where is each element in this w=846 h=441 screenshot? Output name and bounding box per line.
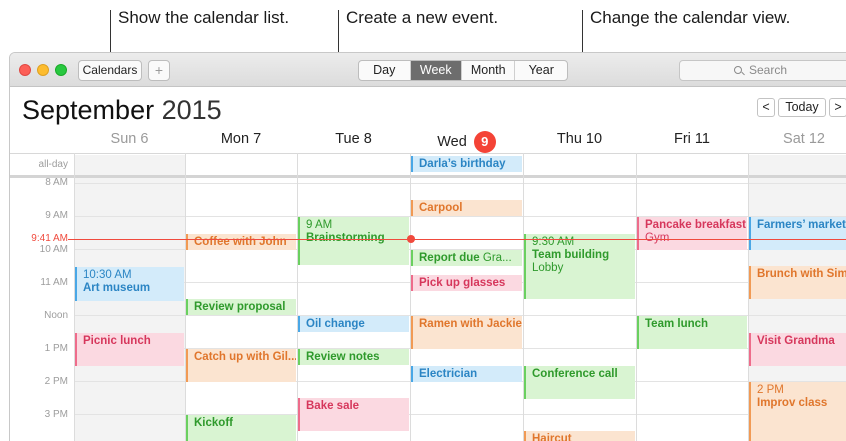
hour-label-11am: 11 AM bbox=[40, 277, 68, 288]
event-art-museum[interactable]: 10:30 AM Art museum bbox=[75, 267, 184, 301]
callout-new-event: Create a new event. bbox=[346, 8, 499, 27]
day-header-fri[interactable]: Fri 11 bbox=[636, 131, 748, 153]
event-coffee-with-john[interactable]: Coffee with John bbox=[186, 234, 296, 250]
event-team-building[interactable]: 9:30 AM Team building Lobby bbox=[524, 234, 635, 299]
event-catch-up[interactable]: Catch up with Gil... bbox=[186, 349, 296, 382]
event-review-notes[interactable]: Review notes bbox=[298, 349, 409, 365]
event-picnic-lunch[interactable]: Picnic lunch bbox=[75, 333, 184, 366]
event-team-building-time: 9:30 AM bbox=[532, 236, 575, 248]
event-improv-class-time: 2 PM bbox=[757, 384, 784, 396]
close-window-button[interactable] bbox=[19, 64, 31, 76]
minimize-window-button[interactable] bbox=[37, 64, 49, 76]
event-team-building-location: Lobby bbox=[532, 262, 564, 274]
event-pancake-breakfast-title: Pancake breakfast bbox=[645, 219, 747, 231]
event-pick-up-glasses[interactable]: Pick up glasses bbox=[411, 275, 522, 291]
current-time-line bbox=[68, 239, 846, 240]
event-visit-grandma[interactable]: Visit Grandma bbox=[749, 333, 846, 366]
event-team-lunch[interactable]: Team lunch bbox=[637, 316, 747, 349]
event-kickoff[interactable]: Kickoff bbox=[186, 415, 296, 441]
event-improv-class[interactable]: 2 PM Improv class bbox=[749, 382, 846, 441]
hour-label-noon: Noon bbox=[44, 310, 68, 321]
event-brunch[interactable]: Brunch with Sim... bbox=[749, 266, 846, 299]
month-title: September 2015 bbox=[22, 95, 222, 126]
day-header-tue[interactable]: Tue 8 bbox=[297, 131, 410, 153]
add-event-button[interactable]: + bbox=[148, 60, 170, 81]
next-week-button[interactable]: > bbox=[829, 98, 846, 117]
event-report-due-location: Gra... bbox=[482, 252, 512, 264]
grid-line bbox=[10, 153, 846, 154]
day-header-wed[interactable]: Wed 9 bbox=[410, 131, 523, 153]
year-label: 2015 bbox=[161, 95, 222, 125]
month-name: September bbox=[22, 95, 155, 125]
hour-label-10am: 10 AM bbox=[39, 244, 68, 255]
day-header-sat[interactable]: Sat 12 bbox=[748, 131, 846, 153]
view-day-button[interactable]: Day bbox=[359, 61, 411, 80]
current-time-dot bbox=[407, 235, 415, 243]
event-report-due-title: Report due bbox=[419, 252, 480, 264]
allday-separator bbox=[10, 175, 846, 178]
event-team-building-title: Team building bbox=[532, 249, 610, 261]
view-month-button[interactable]: Month bbox=[462, 61, 516, 80]
search-field[interactable]: Search bbox=[679, 60, 846, 81]
day-header-wed-label: Wed bbox=[437, 134, 467, 150]
toolbar: Calendars + Day Week Month Year Search bbox=[10, 53, 846, 87]
hour-label-2pm: 2 PM bbox=[44, 376, 68, 387]
allday-label: all-day bbox=[38, 159, 68, 170]
event-brainstorming[interactable]: 9 AM Brainstorming bbox=[298, 217, 409, 265]
grid-column-line bbox=[185, 153, 186, 441]
current-time-label: 9:41 AM bbox=[10, 233, 68, 244]
today-badge: 9 bbox=[473, 131, 496, 153]
grid-column-line bbox=[636, 153, 637, 441]
grid-line bbox=[74, 183, 846, 184]
event-conference-call[interactable]: Conference call bbox=[524, 366, 635, 399]
event-farmers-market[interactable]: Farmers’ market bbox=[749, 217, 846, 250]
calendars-button[interactable]: Calendars bbox=[78, 60, 142, 81]
event-darlas-birthday[interactable]: Darla’s birthday bbox=[411, 156, 522, 172]
hour-label-8am: 8 AM bbox=[45, 177, 68, 188]
event-review-proposal[interactable]: Review proposal bbox=[186, 299, 296, 315]
event-art-museum-title: Art museum bbox=[83, 282, 151, 294]
callout-calendar-list: Show the calendar list. bbox=[118, 8, 290, 27]
previous-week-button[interactable]: < bbox=[757, 98, 775, 117]
event-carpool[interactable]: Carpool bbox=[411, 200, 522, 216]
search-placeholder: Search bbox=[749, 63, 788, 77]
day-header-mon[interactable]: Mon 7 bbox=[185, 131, 297, 153]
grid-column-line bbox=[410, 153, 411, 441]
hour-label-1pm: 1 PM bbox=[44, 343, 68, 354]
event-art-museum-time: 10:30 AM bbox=[83, 269, 132, 281]
event-improv-class-title: Improv class bbox=[757, 397, 828, 409]
day-header-sun[interactable]: Sun 6 bbox=[74, 131, 185, 153]
event-ramen-with-jackie[interactable]: Ramen with Jackie bbox=[411, 316, 522, 349]
event-report-due[interactable]: Report due Gra... bbox=[411, 250, 522, 266]
callout-change-view: Change the calendar view. bbox=[590, 8, 791, 27]
event-haircut[interactable]: Haircut bbox=[524, 431, 635, 441]
event-bake-sale[interactable]: Bake sale bbox=[298, 398, 409, 431]
event-electrician[interactable]: Electrician bbox=[411, 366, 522, 382]
event-pancake-breakfast[interactable]: Pancake breakfast Gym bbox=[637, 217, 747, 250]
screenshot-stage: Show the calendar list. Create a new eve… bbox=[0, 0, 846, 441]
day-header-thu[interactable]: Thu 10 bbox=[523, 131, 636, 153]
view-year-button[interactable]: Year bbox=[515, 61, 567, 80]
zoom-window-button[interactable] bbox=[55, 64, 67, 76]
today-button[interactable]: Today bbox=[778, 98, 826, 117]
hour-label-9am: 9 AM bbox=[45, 210, 68, 221]
view-switcher: Day Week Month Year bbox=[358, 60, 568, 81]
event-oil-change[interactable]: Oil change bbox=[298, 316, 409, 332]
hour-label-3pm: 3 PM bbox=[44, 409, 68, 420]
search-icon-handle bbox=[741, 71, 745, 76]
event-brainstorming-time: 9 AM bbox=[306, 219, 333, 231]
calendar-window: Calendars + Day Week Month Year Search S… bbox=[9, 52, 846, 441]
view-week-button[interactable]: Week bbox=[410, 61, 462, 80]
